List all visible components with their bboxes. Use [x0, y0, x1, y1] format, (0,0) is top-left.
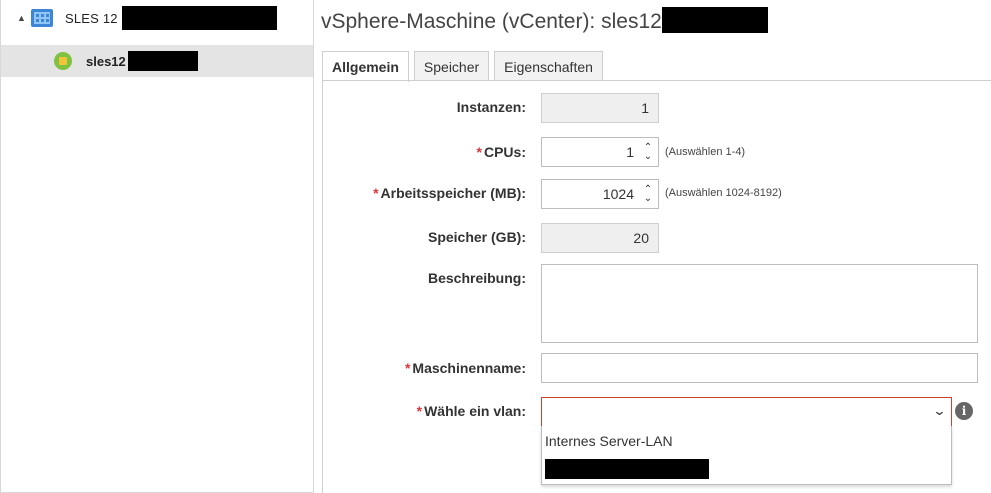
memory-label-text: Arbeitsspeicher (MB):	[380, 185, 526, 201]
redacted-block	[127, 51, 198, 71]
vlan-dropdown-list: Internes Server-LAN	[541, 426, 952, 485]
memory-hint: (Auswählen 1024-8192)	[665, 187, 782, 199]
memory-label: * Arbeitsspeicher (MB):	[373, 185, 526, 201]
description-textarea[interactable]	[541, 264, 978, 343]
required-mark: *	[476, 144, 482, 160]
machine-name-label-text: Maschinenname:	[412, 360, 526, 376]
cpus-hint: (Auswählen 1-4)	[665, 146, 746, 158]
machine-name-input[interactable]	[541, 353, 978, 383]
instances-label: Instanzen:	[456, 99, 526, 115]
cpus-label: * CPUs:	[477, 144, 526, 160]
triangle-expand-icon[interactable]: ▲	[17, 13, 27, 23]
vlan-label-text: Wähle ein vlan:	[424, 403, 526, 419]
redacted-block	[545, 459, 709, 479]
tree-node-label: sles12	[86, 53, 126, 69]
spinner-arrows-icon[interactable]: ⌃ ⌄	[638, 138, 658, 166]
vm-group-icon	[31, 9, 53, 27]
required-mark: *	[373, 185, 379, 201]
tab-bar: Allgemein Speicher Eigenschaften	[322, 51, 608, 82]
page-title: vSphere-Maschine (vCenter): sles12	[321, 7, 768, 34]
vlan-select[interactable]: ⌄	[541, 397, 952, 427]
instances-field: 1	[541, 93, 659, 123]
vm-status-icon	[54, 52, 72, 70]
page-title-text: vSphere-Maschine (vCenter): sles12	[321, 10, 662, 33]
navigation-tree: ▲ SLES 12 sles12	[0, 0, 314, 493]
redacted-block	[121, 6, 277, 30]
vlan-option-redacted[interactable]	[542, 456, 951, 482]
tab-speicher[interactable]: Speicher	[413, 51, 490, 81]
tree-node-sles12-group[interactable]: ▲ SLES 12	[1, 5, 313, 31]
required-mark: *	[404, 360, 411, 376]
storage-label: Speicher (GB):	[427, 229, 526, 245]
cpus-label-text: CPUs:	[483, 144, 526, 160]
redacted-block	[661, 7, 768, 33]
vlan-label: * Wähle ein vlan:	[417, 403, 526, 419]
vlan-option[interactable]: Internes Server-LAN	[542, 428, 951, 454]
spinner-arrows-icon[interactable]: ⌃ ⌄	[638, 180, 658, 208]
cpus-stepper[interactable]: 1 ⌃ ⌄	[541, 137, 659, 167]
memory-stepper[interactable]: 1024 ⌃ ⌄	[541, 179, 659, 209]
chevron-down-icon[interactable]: ⌄	[932, 403, 946, 419]
tree-node-sles12-vm[interactable]: sles12	[1, 45, 313, 77]
cpus-value: 1	[626, 144, 634, 160]
memory-value: 1024	[602, 186, 634, 202]
tab-allgemein[interactable]: Allgemein	[322, 51, 409, 82]
description-label: Beschreibung:	[427, 270, 526, 286]
tree-node-label: SLES 12	[65, 10, 118, 26]
storage-field: 20	[541, 223, 659, 253]
info-icon[interactable]: i	[955, 402, 973, 420]
required-mark: *	[416, 403, 423, 419]
machine-name-label: * Maschinenname:	[405, 360, 526, 376]
tab-eigenschaften[interactable]: Eigenschaften	[494, 51, 603, 81]
